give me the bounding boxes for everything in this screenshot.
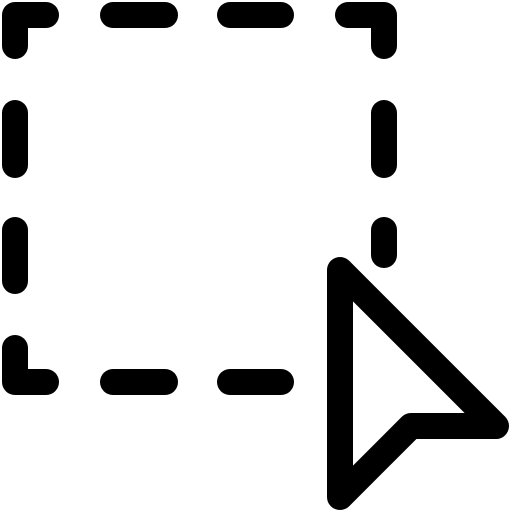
icon-canvas [0,0,512,512]
selection-corner-top-right [335,2,397,59]
selection-corner-top-left [2,2,59,59]
select-area-cursor-icon [2,2,509,510]
selection-corner-bottom-left [2,335,59,395]
mouse-pointer-arrow-icon [327,257,509,510]
